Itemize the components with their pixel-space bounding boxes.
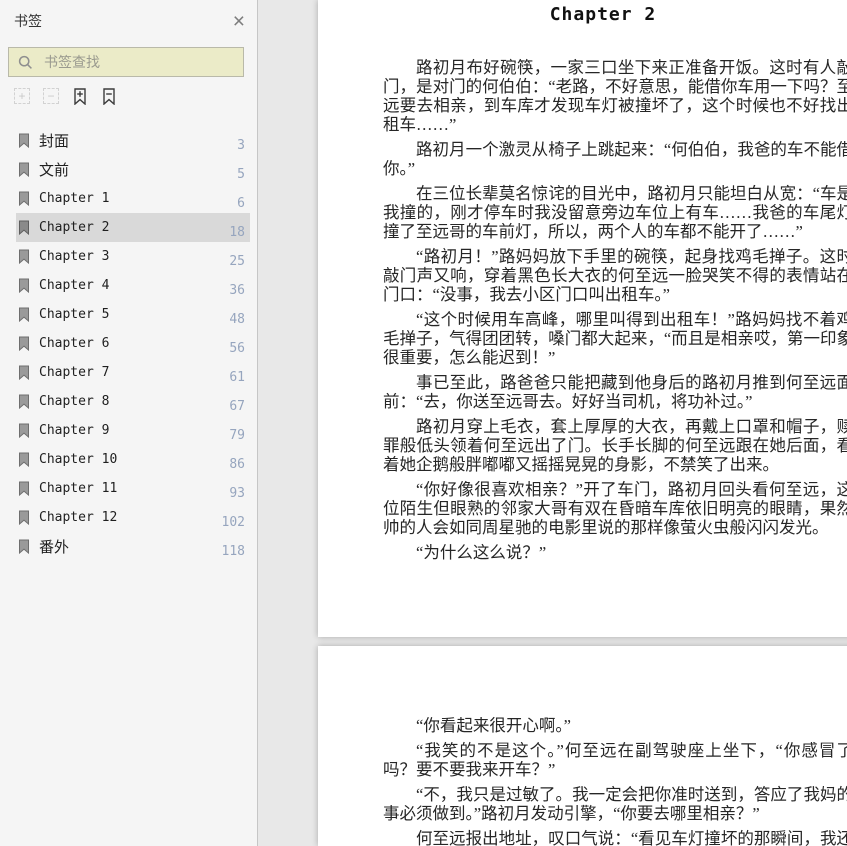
- bookmark-item-label: 番外: [39, 539, 70, 556]
- document-viewer[interactable]: Chapter 2 路初月布好碗筷，一家三口坐下来正准备开饭。这时有人敲门，是对…: [258, 0, 847, 846]
- bookmarks-sidebar: 书签 × + −: [0, 0, 258, 846]
- page-2-body: “你看起来很开心啊。” “我笑的不是这个。”何至远在副驾驶座上坐下，“你感冒了吗…: [318, 646, 847, 846]
- add-bookmark-icon[interactable]: [72, 87, 88, 105]
- bookmark-item-page: 5: [237, 167, 245, 182]
- paragraph: “我笑的不是这个。”何至远在副驾驶座上坐下，“你感冒了吗？要不要我来开车？”: [383, 741, 847, 779]
- bookmark-item-label: Chapter 9: [39, 423, 110, 438]
- bookmark-search-input[interactable]: [42, 53, 234, 71]
- bookmark-item-label: 文前: [39, 162, 70, 179]
- bookmark-item-page: 18: [229, 225, 245, 240]
- bookmark-item-page: 102: [221, 515, 245, 530]
- bookmark-item-page: 67: [229, 399, 245, 414]
- sidebar-title: 书签: [14, 13, 42, 29]
- bookmark-item-chapter-9[interactable]: Chapter 9 79: [16, 416, 250, 445]
- paragraph: “你看起来很开心啊。”: [416, 716, 571, 735]
- bookmark-item-label: 封面: [39, 133, 70, 150]
- bookmark-item-page: 93: [229, 486, 245, 501]
- remove-bookmark-icon[interactable]: [101, 87, 117, 105]
- bookmark-item-page: 3: [237, 138, 245, 153]
- bookmark-icon: [18, 162, 30, 177]
- bookmark-item-chapter-3[interactable]: Chapter 3 25: [16, 242, 250, 271]
- paragraph: “不，我只是过敏了。我一定会把你准时送到，答应了我妈的事必须做到。”路初月发动引…: [383, 785, 847, 823]
- bookmark-item-page: 56: [229, 341, 245, 356]
- bookmark-item-page: 25: [229, 254, 245, 269]
- bookmark-item-label: Chapter 5: [39, 307, 110, 322]
- bookmark-item-label: Chapter 6: [39, 336, 110, 351]
- bookmark-item-label: Chapter 4: [39, 278, 110, 293]
- expand-all-icon[interactable]: +: [14, 88, 30, 104]
- bookmark-list: 封面 3 文前 5 Chapter 1 6 Chapter 2 18 Chapt…: [0, 126, 257, 561]
- bookmark-item-page: 79: [229, 428, 245, 443]
- paragraph: 路初月布好碗筷，一家三口坐下来正准备开饭。这时有人敲门，是对门的何伯伯：“老路，…: [383, 58, 847, 134]
- paragraph: “这个时候用车高峰，哪里叫得到出租车！”路妈妈找不着鸡毛掸子，气得团团转，嗓门都…: [383, 310, 847, 367]
- bookmark-item-chapter-1[interactable]: Chapter 1 6: [16, 184, 250, 213]
- bookmark-item-label: Chapter 2: [39, 220, 110, 235]
- paragraph: 事已至此，路爸爸只能把藏到他身后的路初月推到何至远面前：“去，你送至远哥去。好好…: [383, 373, 847, 411]
- bookmark-icon: [18, 191, 30, 206]
- bookmark-item-chapter-12[interactable]: Chapter 12 102: [16, 503, 250, 532]
- bookmark-item-chapter-10[interactable]: Chapter 10 86: [16, 445, 250, 474]
- page-1-body: 路初月布好碗筷，一家三口坐下来正准备开饭。这时有人敲门，是对门的何伯伯：“老路，…: [318, 25, 847, 562]
- pdf-page-2: “你看起来很开心啊。” “我笑的不是这个。”何至远在副驾驶座上坐下，“你感冒了吗…: [318, 646, 847, 846]
- chapter-title: Chapter 2: [549, 4, 657, 25]
- bookmark-icon: [18, 481, 30, 496]
- bookmark-item-page: 6: [237, 196, 245, 211]
- bookmark-item-chapter-7[interactable]: Chapter 7 61: [16, 358, 250, 387]
- paragraph: 在三位长辈莫名惊诧的目光中，路初月只能坦白从宽：“车是我撞的，刚才停车时我没留意…: [383, 184, 847, 241]
- bookmark-item-extra[interactable]: 番外 118: [16, 532, 250, 561]
- bookmark-item-chapter-8[interactable]: Chapter 8 67: [16, 387, 250, 416]
- bookmark-item-page: 86: [229, 457, 245, 472]
- bookmark-icon: [18, 336, 30, 351]
- paragraph: “路初月！”路妈妈放下手里的碗筷，起身找鸡毛掸子。这时敲门声又响，穿着黑色长大衣…: [383, 247, 847, 304]
- bookmark-icon: [18, 133, 30, 148]
- bookmark-item-label: Chapter 1: [39, 191, 110, 206]
- paragraph: “你好像很喜欢相亲？”开了车门，路初月回头看何至远，这位陌生但眼熟的邻家大哥有双…: [383, 480, 847, 537]
- bookmark-icon: [18, 249, 30, 264]
- bookmark-item-page: 118: [221, 544, 245, 559]
- pdf-page-1: Chapter 2 路初月布好碗筷，一家三口坐下来正准备开饭。这时有人敲门，是对…: [318, 0, 847, 637]
- bookmark-item-chapter-4[interactable]: Chapter 4 36: [16, 271, 250, 300]
- bookmark-icon: [18, 423, 30, 438]
- bookmark-item-cover[interactable]: 封面 3: [16, 126, 250, 155]
- close-icon[interactable]: ×: [233, 11, 245, 32]
- bookmark-icon: [18, 539, 30, 554]
- collapse-all-icon[interactable]: −: [43, 88, 59, 104]
- bookmark-item-label: Chapter 8: [39, 394, 110, 409]
- bookmark-item-front-matter[interactable]: 文前 5: [16, 155, 250, 184]
- bookmark-icon: [18, 394, 30, 409]
- bookmark-item-label: Chapter 12: [39, 510, 118, 525]
- pdf-reader-window: 书签 × + −: [0, 0, 847, 846]
- bookmark-item-page: 48: [229, 312, 245, 327]
- bookmark-item-chapter-11[interactable]: Chapter 11 93: [16, 474, 250, 503]
- bookmark-item-label: Chapter 3: [39, 249, 110, 264]
- sidebar-header: 书签 ×: [14, 8, 245, 34]
- paragraph: 路初月穿上毛衣，套上厚厚的大衣，再戴上口罩和帽子，赎罪般低头领着何至远出了门。长…: [383, 417, 847, 474]
- bookmark-icon: [18, 510, 30, 525]
- bookmark-icon: [18, 220, 30, 235]
- bookmark-item-chapter-6[interactable]: Chapter 6 56: [16, 329, 250, 358]
- bookmark-search-box[interactable]: [8, 47, 244, 77]
- search-icon: [18, 55, 32, 69]
- bookmark-item-page: 61: [229, 370, 245, 385]
- bookmark-item-label: Chapter 11: [39, 481, 118, 496]
- bookmark-item-label: Chapter 7: [39, 365, 110, 380]
- sidebar-toolbar: + −: [14, 87, 130, 105]
- bookmark-item-page: 36: [229, 283, 245, 298]
- bookmark-icon: [18, 452, 30, 467]
- bookmark-item-chapter-2[interactable]: Chapter 2 18: [16, 213, 250, 242]
- paragraph: 路初月一个激灵从椅子上跳起来：“何伯伯，我爸的车不能借你。”: [383, 140, 847, 178]
- bookmark-item-label: Chapter 10: [39, 452, 118, 467]
- bookmark-icon: [18, 365, 30, 380]
- bookmark-icon: [18, 307, 30, 322]
- bookmark-icon: [18, 278, 30, 293]
- paragraph: 何至远报出地址，叹口气说：“看见车灯撞坏的那瞬间，我还以: [416, 829, 847, 846]
- paragraph: “为什么这么说？”: [416, 543, 547, 562]
- bookmark-item-chapter-5[interactable]: Chapter 5 48: [16, 300, 250, 329]
